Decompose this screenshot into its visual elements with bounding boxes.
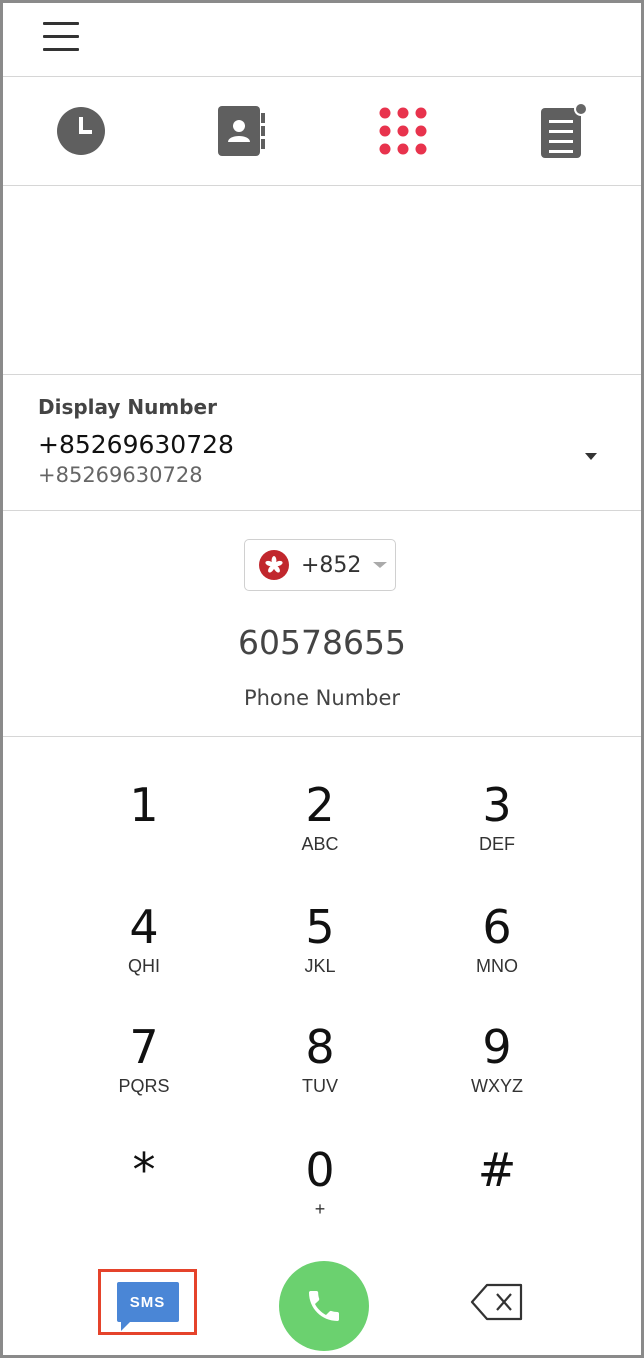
key-5[interactable]: 5 JKL bbox=[255, 904, 385, 1004]
tab-contacts[interactable] bbox=[202, 77, 282, 185]
key-4[interactable]: 4 QHI bbox=[79, 904, 209, 1004]
key-1[interactable]: 1 bbox=[79, 782, 209, 882]
tab-keypad[interactable] bbox=[363, 77, 443, 185]
key-3[interactable]: 3 DEF bbox=[432, 782, 562, 882]
display-number-secondary: +85269630728 bbox=[38, 463, 203, 487]
hamburger-menu-icon[interactable] bbox=[43, 22, 79, 52]
key-letters: PQRS bbox=[118, 1076, 170, 1096]
key-digit: 5 bbox=[305, 900, 335, 954]
key-hash[interactable]: # bbox=[432, 1147, 562, 1247]
hong-kong-flag-icon bbox=[259, 550, 289, 580]
entered-phone-number[interactable]: 60578655 bbox=[3, 623, 641, 662]
key-letters: WXYZ bbox=[471, 1076, 523, 1096]
phone-number-label: Phone Number bbox=[243, 686, 401, 710]
country-code: +852 bbox=[301, 552, 362, 578]
sms-icon: SMS bbox=[116, 1282, 179, 1331]
chevron-down-icon[interactable] bbox=[585, 453, 597, 460]
country-code-selector[interactable]: +852 bbox=[244, 539, 396, 591]
sms-label: SMS bbox=[129, 1293, 166, 1311]
key-digit: 7 bbox=[129, 1020, 159, 1074]
key-0[interactable]: 0 + bbox=[255, 1147, 385, 1247]
key-digit: 6 bbox=[482, 900, 512, 954]
key-digit: 0 bbox=[305, 1143, 335, 1197]
display-number-selector[interactable]: Display Number +85269630728 +85269630728 bbox=[3, 375, 641, 511]
key-8[interactable]: 8 TUV bbox=[255, 1024, 385, 1124]
key-star[interactable]: * bbox=[79, 1147, 209, 1247]
keypad-grid-icon bbox=[379, 107, 427, 155]
dropdown-arrow-icon bbox=[373, 562, 388, 568]
key-letters: DEF bbox=[479, 834, 515, 854]
key-letters: QHI bbox=[127, 956, 160, 976]
dialer-screen: Display Number +85269630728 +85269630728… bbox=[0, 0, 644, 1358]
key-letters: TUV bbox=[302, 1076, 338, 1096]
key-9[interactable]: 9 WXYZ bbox=[432, 1024, 562, 1124]
dial-keypad: 1 2 ABC 3 DEF 4 QHI 5 JKL 6 MNO 7 PQRS 8 bbox=[3, 737, 641, 1247]
key-digit: 1 bbox=[129, 778, 159, 832]
top-bar bbox=[3, 3, 641, 77]
tab-recents[interactable] bbox=[41, 77, 121, 185]
backspace-button[interactable] bbox=[469, 1283, 525, 1321]
key-letters: MNO bbox=[476, 956, 518, 976]
sms-button[interactable]: SMS bbox=[98, 1269, 197, 1335]
key-7[interactable]: 7 PQRS bbox=[79, 1024, 209, 1124]
contact-book-icon bbox=[218, 106, 265, 156]
number-entry-section: +852 60578655 Phone Number bbox=[3, 511, 641, 737]
key-6[interactable]: 6 MNO bbox=[432, 904, 562, 1004]
key-digit: * bbox=[132, 1143, 156, 1197]
call-button[interactable] bbox=[279, 1261, 369, 1351]
key-digit: # bbox=[477, 1143, 517, 1197]
display-number-label: Display Number bbox=[38, 395, 217, 419]
key-letters: + bbox=[314, 1199, 326, 1219]
display-number-primary: +85269630728 bbox=[38, 430, 234, 459]
key-digit: 8 bbox=[305, 1020, 335, 1074]
tab-voicemail[interactable] bbox=[525, 77, 605, 185]
key-letters: JKL bbox=[304, 956, 336, 976]
key-2[interactable]: 2 ABC bbox=[255, 782, 385, 882]
backspace-icon bbox=[470, 1283, 523, 1321]
key-digit: 3 bbox=[482, 778, 512, 832]
tab-bar bbox=[3, 77, 641, 186]
key-digit: 9 bbox=[482, 1020, 512, 1074]
clock-icon bbox=[57, 107, 105, 155]
document-notification-icon bbox=[541, 102, 588, 158]
action-bar: SMS bbox=[3, 1255, 641, 1355]
call-info-area bbox=[3, 186, 641, 375]
phone-icon bbox=[309, 1291, 339, 1321]
key-letters: ABC bbox=[301, 834, 339, 854]
key-digit: 4 bbox=[129, 900, 159, 954]
key-digit: 2 bbox=[305, 778, 335, 832]
